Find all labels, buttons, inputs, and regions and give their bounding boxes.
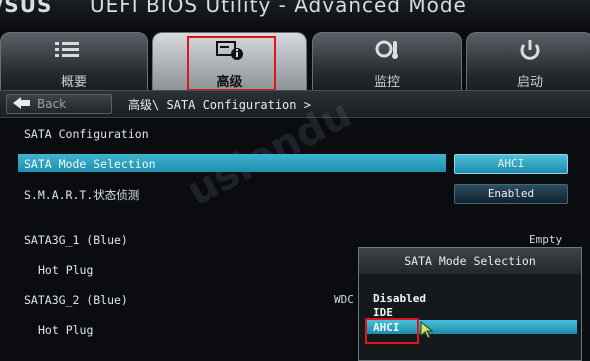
tab-boot[interactable]: 启动 bbox=[466, 32, 590, 93]
setting-sata3g1-label: SATA3G_1 (Blue) bbox=[24, 233, 128, 247]
monitor-gauge-icon bbox=[313, 39, 461, 61]
title-bar: /SUS UEFI BIOS Utility - Advanced Mode bbox=[0, 0, 590, 26]
setting-sata-mode-label[interactable]: SATA Mode Selection bbox=[24, 157, 156, 171]
ahci-highlight-annotation bbox=[365, 318, 419, 344]
back-button[interactable]: Back bbox=[6, 94, 112, 114]
sata3g1-value: Empty bbox=[529, 233, 563, 246]
power-icon bbox=[467, 39, 590, 61]
back-label: Back bbox=[37, 97, 67, 111]
list-icon bbox=[1, 39, 147, 61]
window-title: UEFI BIOS Utility - Advanced Mode bbox=[90, 0, 467, 17]
setting-smart-label[interactable]: S.M.A.R.T.状态侦测 bbox=[24, 187, 139, 203]
smart-value-button[interactable]: Enabled bbox=[454, 184, 568, 204]
setting-sata3g2-label: SATA3G_2 (Blue) bbox=[24, 293, 128, 307]
brand-logo: /SUS bbox=[0, 0, 53, 17]
back-arrow-icon bbox=[11, 94, 33, 115]
setting-hotplug2-label[interactable]: Hot Plug bbox=[38, 323, 93, 337]
tab-overview-label: 概要 bbox=[60, 75, 87, 90]
popup-option-disabled[interactable]: Disabled bbox=[373, 292, 426, 305]
mouse-cursor-icon bbox=[420, 320, 434, 343]
tab-highlight-annotation bbox=[187, 36, 276, 91]
sata3g2-value: WDC bbox=[334, 293, 354, 306]
tab-boot-label: 启动 bbox=[516, 75, 543, 90]
tab-overview[interactable]: 概要 bbox=[0, 32, 148, 93]
tab-monitor[interactable]: 监控 bbox=[312, 32, 462, 93]
tab-monitor-label: 监控 bbox=[373, 75, 400, 90]
sata-mode-value-button[interactable]: AHCI bbox=[454, 154, 568, 174]
breadcrumb: 高级\ SATA Configuration > bbox=[128, 98, 311, 112]
setting-hotplug1-label[interactable]: Hot Plug bbox=[38, 263, 93, 277]
section-title: SATA Configuration bbox=[24, 127, 149, 141]
main-tabs: 概要 高级 监控 启动 bbox=[0, 28, 590, 93]
popup-title: SATA Mode Selection bbox=[359, 248, 581, 274]
sata-mode-popup: SATA Mode Selection Disabled IDE AHCI bbox=[358, 247, 582, 361]
